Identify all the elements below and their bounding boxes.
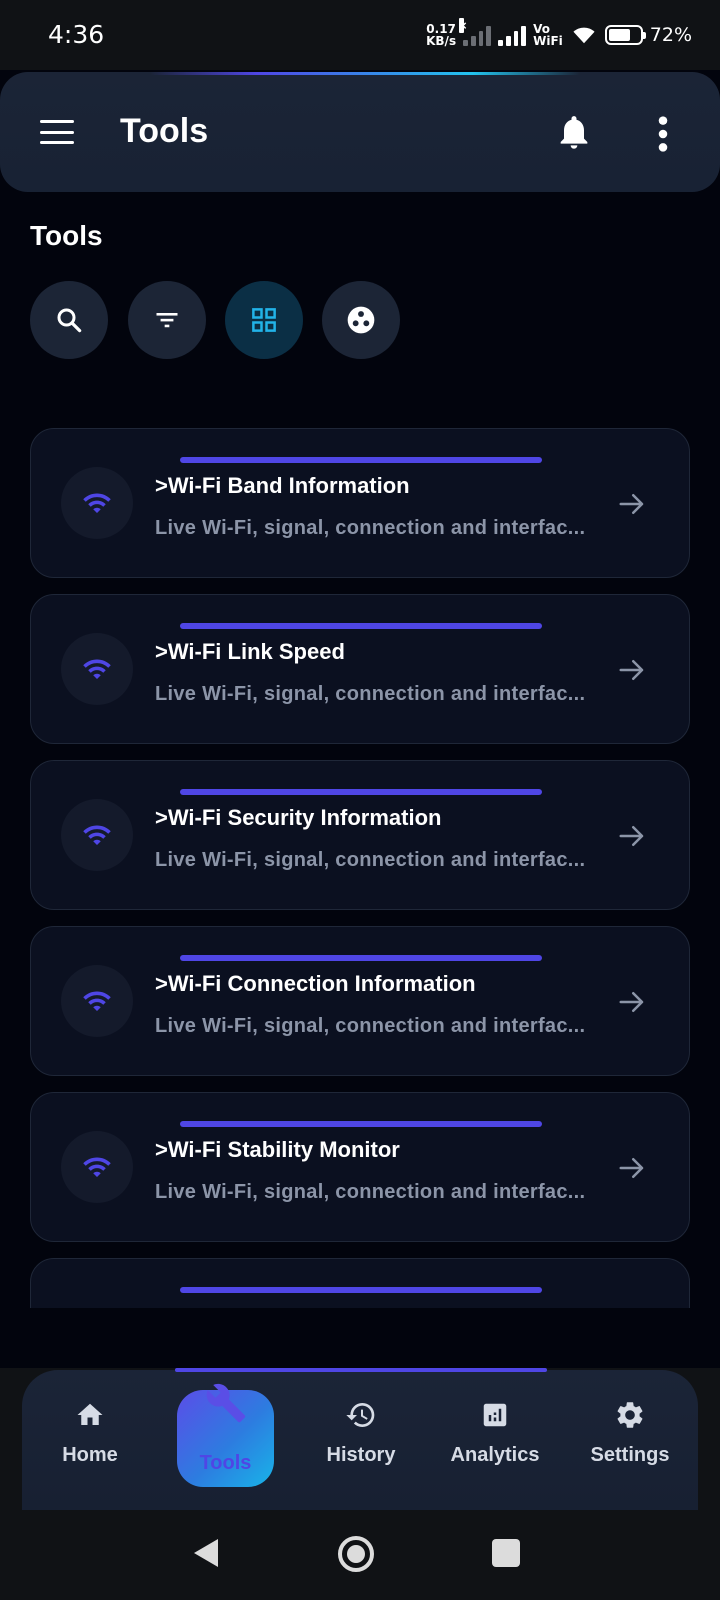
system-home-icon[interactable] — [337, 1535, 375, 1573]
menu-icon[interactable] — [36, 114, 78, 150]
page-title: Tools — [120, 112, 209, 150]
card-title: >Wi-Fi Stability Monitor — [155, 1137, 400, 1162]
wifi-icon — [61, 1131, 133, 1203]
arrow-right-icon — [619, 826, 644, 846]
card-accent-bar — [180, 1287, 542, 1293]
card-accent-bar — [180, 789, 542, 795]
section-title: Tools — [30, 220, 103, 251]
status-bar: 4:36 0.17 KB/s × Vo WiFi 72% — [0, 0, 720, 70]
analytics-icon — [483, 1403, 507, 1427]
card-accent-bar — [180, 623, 542, 629]
network-speed: 0.17 KB/s — [426, 23, 456, 47]
tool-card[interactable]: >Wi-Fi Stability Monitor Live Wi-Fi, sig… — [30, 1092, 690, 1242]
arrow-right-icon — [619, 1158, 644, 1178]
home-icon — [77, 1403, 103, 1425]
filter-chip[interactable] — [128, 281, 206, 359]
search-chip[interactable] — [30, 281, 108, 359]
grid-view-icon — [252, 308, 276, 332]
bell-icon[interactable] — [554, 112, 594, 152]
tool-card[interactable]: >Wi-Fi Connection Information Live Wi-Fi… — [30, 926, 690, 1076]
tool-card[interactable]: >Wi-Fi Link Speed Live Wi-Fi, signal, co… — [30, 594, 690, 744]
card-title: >Wi-Fi Link Speed — [155, 639, 345, 664]
card-description: Live Wi-Fi, signal, connection and inter… — [155, 1181, 586, 1203]
battery-percent: 72% — [649, 24, 692, 46]
card-description: Live Wi-Fi, signal, connection and inter… — [155, 849, 586, 871]
signal-sim2-icon — [498, 24, 527, 46]
nav-item-history[interactable]: History — [301, 1398, 421, 1467]
tool-card-partial[interactable] — [30, 1258, 690, 1308]
wifi-status-icon — [573, 27, 595, 44]
app-bar-glow — [150, 72, 580, 75]
nav-label-settings: Settings — [590, 1444, 670, 1466]
wifi-icon — [61, 633, 133, 705]
tools-screen: 4:36 0.17 KB/s × Vo WiFi 72% Tools Tools… — [0, 0, 720, 1600]
card-title: >Wi-Fi Band Information — [155, 473, 410, 498]
history-icon — [346, 1403, 375, 1427]
card-description: Live Wi-Fi, signal, connection and inter… — [155, 1015, 586, 1037]
network-speed-unit: KB/s — [426, 34, 457, 48]
nav-label-history: History — [326, 1444, 396, 1466]
nav-label-home: Home — [62, 1444, 118, 1466]
arrow-right-icon — [619, 660, 644, 680]
filter-icon — [156, 313, 178, 328]
status-time: 4:36 — [48, 20, 105, 49]
card-accent-bar — [180, 955, 542, 961]
vowifi-bottom: WiFi — [533, 34, 563, 48]
category-icon — [347, 306, 375, 334]
nav-item-settings[interactable]: Settings — [570, 1398, 690, 1467]
wifi-icon — [61, 467, 133, 539]
nav-item-home[interactable]: Home — [30, 1398, 150, 1467]
card-accent-bar — [180, 1121, 542, 1127]
card-title: >Wi-Fi Connection Information — [155, 971, 476, 996]
wifi-icon — [61, 799, 133, 871]
nav-item-analytics[interactable]: Analytics — [435, 1398, 555, 1467]
system-recents-icon[interactable] — [492, 1539, 520, 1567]
tool-card-list: >Wi-Fi Band Information Live Wi-Fi, sign… — [0, 426, 720, 1308]
arrow-right-icon — [619, 494, 644, 514]
gear-icon — [617, 1402, 643, 1428]
wrench-icon — [206, 1383, 246, 1423]
more-vert-icon[interactable] — [648, 114, 678, 154]
battery-icon — [604, 25, 646, 45]
card-description: Live Wi-Fi, signal, connection and inter… — [155, 683, 586, 705]
tool-card[interactable]: >Wi-Fi Band Information Live Wi-Fi, sign… — [30, 428, 690, 578]
card-description: Live Wi-Fi, signal, connection and inter… — [155, 517, 586, 539]
bottom-nav-glow — [175, 1368, 547, 1372]
category-chip[interactable] — [322, 281, 400, 359]
card-title: >Wi-Fi Security Information — [155, 805, 442, 830]
nav-label-analytics: Analytics — [450, 1444, 540, 1466]
tool-card[interactable]: >Wi-Fi Security Information Live Wi-Fi, … — [30, 760, 690, 910]
wifi-icon — [61, 965, 133, 1037]
nav-label-tools: Tools — [199, 1452, 252, 1474]
app-bar: Tools — [0, 72, 720, 192]
grid-view-chip[interactable] — [225, 281, 303, 359]
signal-sim1-icon: × — [459, 18, 492, 46]
arrow-right-icon — [619, 992, 644, 1012]
status-indicators: 0.17 KB/s × Vo WiFi 72% — [426, 18, 692, 52]
nav-item-tools[interactable]: Tools — [177, 1383, 274, 1487]
system-back-icon[interactable] — [192, 1537, 220, 1569]
vowifi-indicator: Vo WiFi — [533, 23, 563, 47]
search-icon — [57, 308, 82, 333]
card-accent-bar — [180, 457, 542, 463]
